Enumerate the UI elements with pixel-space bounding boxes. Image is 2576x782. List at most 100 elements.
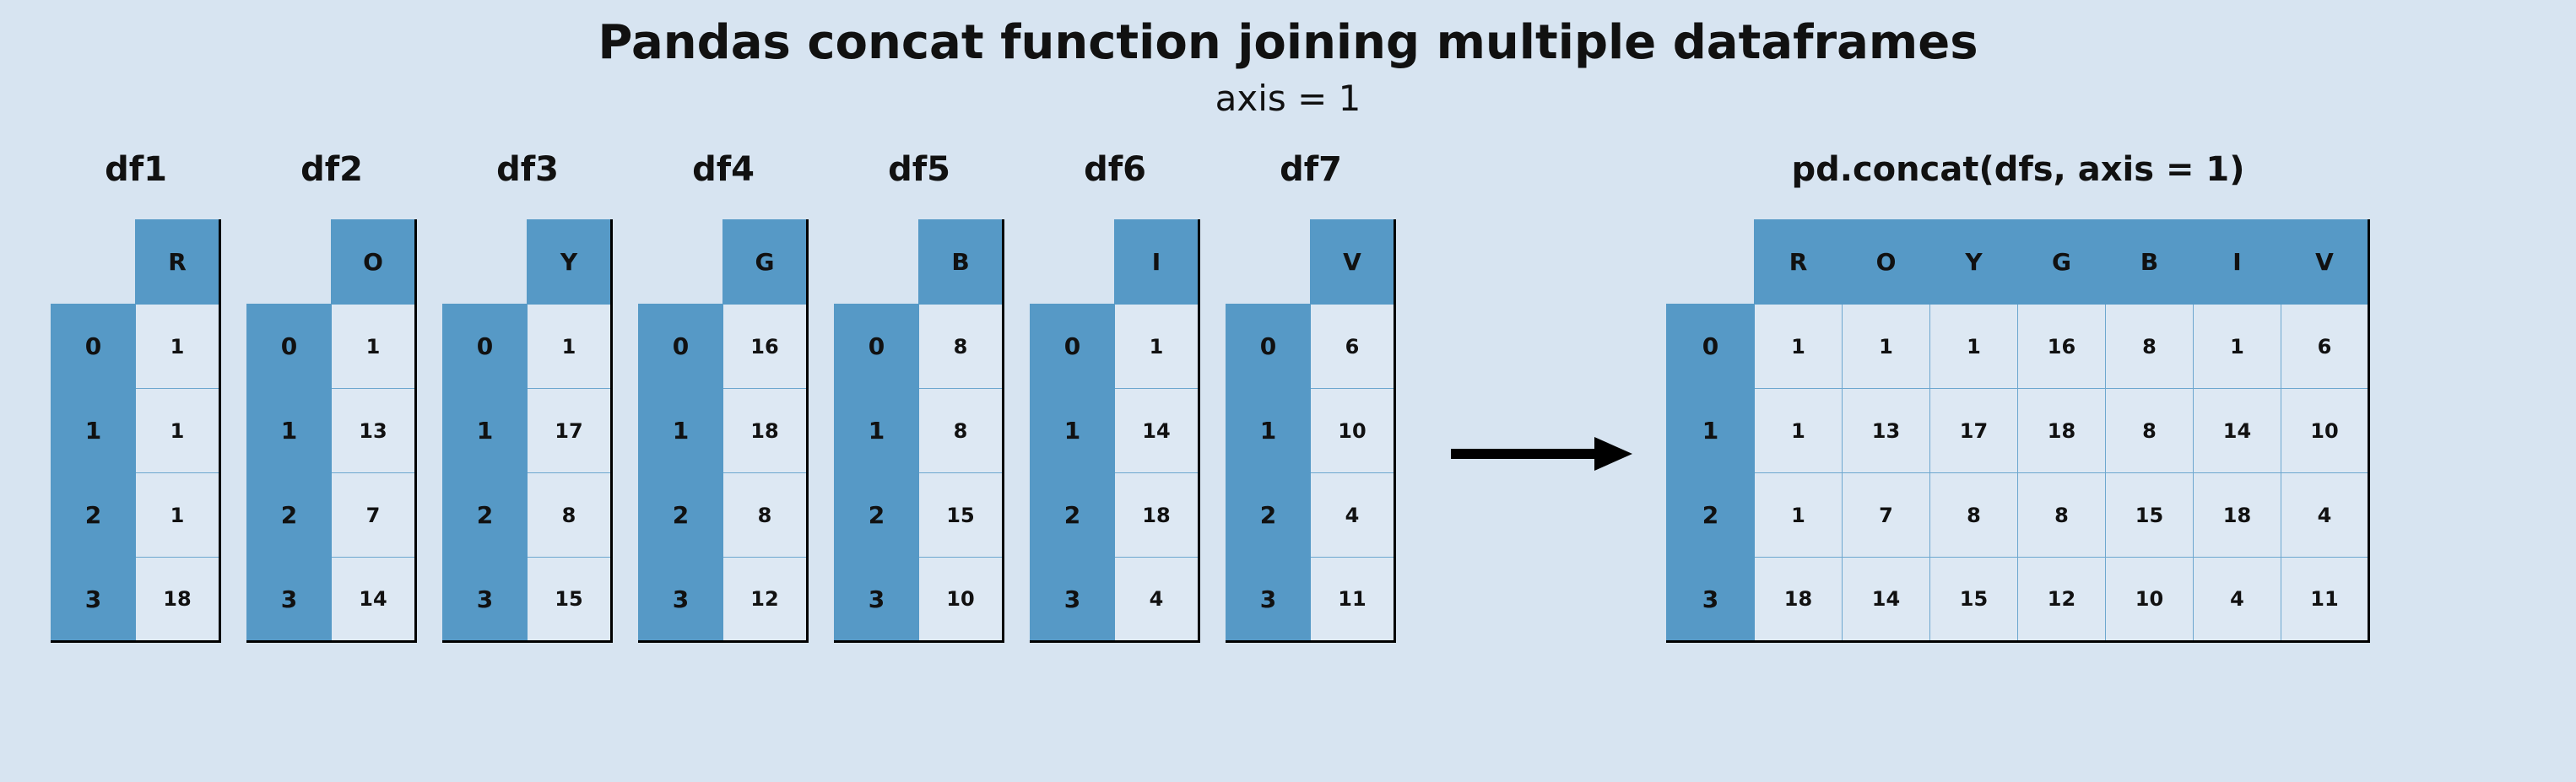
table-corner	[51, 220, 136, 305]
df-table-df6: I0111421834	[1030, 219, 1200, 643]
df-table-label: df7	[1280, 150, 1342, 189]
cell-value: 4	[1311, 473, 1395, 558]
row-header: 2	[1031, 473, 1115, 558]
cell-value: 8	[528, 473, 612, 558]
cell-value: 7	[1843, 473, 1930, 558]
df-table-block-df4: df4G01611828312	[638, 150, 809, 643]
df-table-block-df3: df3 Y0111728315	[442, 150, 613, 643]
column-header: R	[136, 220, 220, 305]
cell-value: 17	[1930, 389, 2018, 473]
column-header: R	[1755, 220, 1843, 305]
cell-value: 1	[136, 389, 220, 473]
cell-value: 8	[1930, 473, 2018, 558]
cell-value: 18	[1755, 558, 1843, 642]
row-header: 1	[1226, 389, 1311, 473]
cell-value: 13	[332, 389, 416, 473]
cell-value: 12	[2018, 558, 2106, 642]
cell-value: 6	[1311, 305, 1395, 389]
cell-value: 8	[919, 389, 1004, 473]
df-table-label: df3	[496, 150, 559, 189]
df-table-df4: G01611828312	[638, 219, 809, 643]
row-header: 3	[835, 558, 919, 642]
table-corner	[247, 220, 332, 305]
column-header: V	[2281, 220, 2369, 305]
page-subtitle: axis = 1	[0, 78, 2576, 119]
cell-value: 1	[1930, 305, 2018, 389]
row-header: 1	[1031, 389, 1115, 473]
column-header: B	[2106, 220, 2194, 305]
row-header: 2	[247, 473, 332, 558]
row-header: 0	[51, 305, 136, 389]
cell-value: 12	[723, 558, 808, 642]
cell-value: 10	[2281, 389, 2369, 473]
cell-value: 14	[2194, 389, 2281, 473]
row-header: 2	[1226, 473, 1311, 558]
df-table-label: df6	[1084, 150, 1146, 189]
df-table-label: df4	[692, 150, 755, 189]
cell-value: 11	[1311, 558, 1395, 642]
df-table-df5: B0818215310	[834, 219, 1004, 643]
row-header: 0	[443, 305, 528, 389]
column-header: V	[1311, 220, 1395, 305]
row-header: 2	[639, 473, 723, 558]
cell-value: 1	[136, 305, 220, 389]
cell-value: 1	[1755, 305, 1843, 389]
cell-value: 6	[2281, 305, 2369, 389]
result-table: ROYGBIV011116816111317188141021788151843…	[1666, 219, 2370, 643]
cell-value: 4	[1115, 558, 1199, 642]
arrow-icon	[1447, 429, 1632, 483]
df-table-df3: Y0111728315	[442, 219, 613, 643]
cell-value: 18	[2194, 473, 2281, 558]
cell-value: 14	[1115, 389, 1199, 473]
df-table-df2: O0111327314	[246, 219, 417, 643]
cell-value: 1	[1755, 389, 1843, 473]
row-header: 2	[443, 473, 528, 558]
row-header: 2	[51, 473, 136, 558]
row-header: 1	[835, 389, 919, 473]
cell-value: 18	[1115, 473, 1199, 558]
row-header: 3	[247, 558, 332, 642]
cell-value: 1	[1755, 473, 1843, 558]
page-title: Pandas concat function joining multiple …	[0, 15, 2576, 70]
row-header: 3	[443, 558, 528, 642]
df-table-block-df5: df5B0818215310	[834, 150, 1004, 643]
row-header: 0	[247, 305, 332, 389]
cell-value: 16	[723, 305, 808, 389]
cell-value: 15	[919, 473, 1004, 558]
row-header: 1	[51, 389, 136, 473]
cell-value: 15	[528, 558, 612, 642]
row-header: 1	[1667, 389, 1755, 473]
cell-value: 7	[332, 473, 416, 558]
row-header: 3	[1031, 558, 1115, 642]
cell-value: 8	[723, 473, 808, 558]
table-corner	[639, 220, 723, 305]
row-header: 3	[639, 558, 723, 642]
cell-value: 18	[136, 558, 220, 642]
df-table-label: df2	[300, 150, 363, 189]
small-tables-container: df1R011121318df2O0111327314df3Y011172831…	[51, 150, 1396, 643]
df-table-label: df1	[105, 150, 167, 189]
cell-value: 16	[2018, 305, 2106, 389]
cell-value: 17	[528, 389, 612, 473]
cell-value: 8	[919, 305, 1004, 389]
column-header: I	[2194, 220, 2281, 305]
column-header: G	[2018, 220, 2106, 305]
cell-value: 8	[2018, 473, 2106, 558]
result-table-block: pd.concat(dfs, axis = 1) ROYGBIV01111681…	[1666, 150, 2370, 643]
df-table-block-df7: df7V0611024311	[1226, 150, 1396, 643]
row-header: 3	[51, 558, 136, 642]
cell-value: 1	[1115, 305, 1199, 389]
row-header: 0	[835, 305, 919, 389]
table-corner	[1667, 220, 1755, 305]
cell-value: 10	[1311, 389, 1395, 473]
column-header: I	[1115, 220, 1199, 305]
cell-value: 10	[919, 558, 1004, 642]
row-header: 1	[639, 389, 723, 473]
cell-value: 4	[2194, 558, 2281, 642]
cell-value: 1	[332, 305, 416, 389]
df-table-df1: R011121318	[51, 219, 221, 643]
cell-value: 18	[2018, 389, 2106, 473]
df-table-block-df6: df6I0111421834	[1030, 150, 1200, 643]
cell-value: 8	[2106, 389, 2194, 473]
df-table-label: df5	[888, 150, 950, 189]
